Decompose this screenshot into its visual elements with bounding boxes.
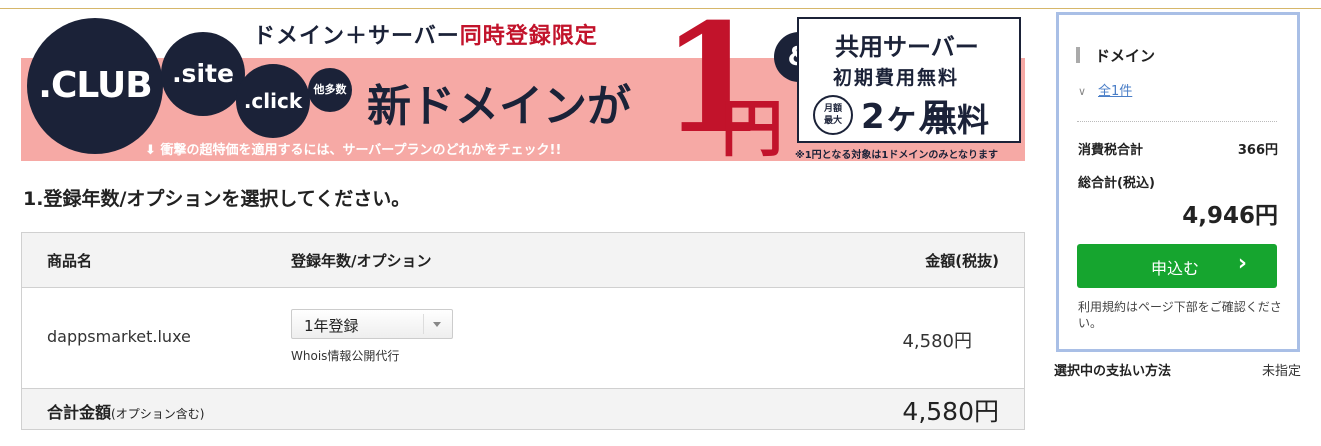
summary-title: ドメイン [1095,47,1156,65]
tld-club-badge: .CLUB [27,18,163,154]
order-summary: ドメイン ∨ 全1件 消費税合計 366円 総合計(税込) 4,946円 申込む… [1056,12,1300,352]
payment-method-label: 選択中の支払い方法 [1054,364,1172,379]
banner-main-text: 新ドメインが [367,81,631,132]
header-period: 登録年数/オプション [291,252,432,270]
chevron-right-icon: › [1237,251,1247,276]
period-select[interactable]: 1年登録 [291,309,453,339]
apply-button[interactable]: 申込む › [1077,244,1277,288]
title-bar-marker [1076,47,1080,63]
terms-note: 利用規約はページ下部をご確認ください。 [1078,300,1282,330]
promo-banner[interactable]: .CLUB .site .click 他多数 ドメイン＋サーバー同時登録限定 新… [21,12,1025,161]
domain-name: dappsmarket.luxe [47,327,191,346]
tld-site-badge: .site [161,32,245,116]
total-label-text: 合計金額 [47,403,112,422]
period-select-value: 1年登録 [304,317,359,335]
monthly-max-badge: 月額 最大 [813,95,853,135]
section-title: 1.登録年数/オプションを選択してください。 [23,188,411,210]
item-count-link[interactable]: 全1件 [1098,80,1132,99]
banner-price-unit: 円 [721,92,784,161]
total-row: 合計金額(オプション含む) 4,580円 [22,389,1024,429]
top-divider [0,8,1321,9]
payment-method-value: 未指定 [1261,364,1301,379]
banner-note-text: 衝撃の超特価を適用するには、サーバープランのどれかをチェック!! [160,143,562,158]
header-product: 商品名 [47,252,93,270]
whois-option: Whois情報公開代行 [291,349,400,363]
badge-line2: 最大 [823,116,842,126]
tax-label: 消費税合計 [1078,143,1144,158]
down-arrow-icon: ⬇ [145,143,156,158]
grand-total-label: 総合計(税込) [1078,176,1155,191]
tld-click-badge: .click [236,64,310,138]
banner-footnote: ※1円となる対象は1ドメインのみとなります [795,150,999,161]
header-amount: 金額(税抜) [925,252,999,270]
banner-headline-plain: ドメイン＋サーバー [253,24,460,49]
total-label: 合計金額(オプション含む) [47,399,204,423]
table-header: 商品名 登録年数/オプション 金額(税抜) [22,233,1024,288]
apply-button-label: 申込む [1151,259,1200,278]
tax-value: 366円 [1237,143,1278,158]
badge-line1: 月額 [823,104,842,114]
total-label-note: (オプション含む) [111,407,205,421]
divider [1077,121,1277,122]
order-table: 商品名 登録年数/オプション 金額(税抜) dappsmarket.luxe 1… [21,232,1025,430]
banner-headline: ドメイン＋サーバー同時登録限定 [253,18,598,50]
server-line2: 初期費用無料 [833,67,960,89]
banner-note: ⬇ 衝撃の超特価を適用するには、サーバープランのどれかをチェック!! [145,139,561,158]
select-separator [423,314,424,334]
grand-total-value: 4,946円 [1182,203,1278,229]
server-offer-box: 共用サーバー 初期費用無料 月額 最大 2ヶ月 無料 [797,17,1021,143]
select-arrow-icon [433,322,441,327]
row-price: 4,580円 [902,331,972,352]
total-amount: 4,580円 [902,397,999,426]
server-line1: 共用サーバー [835,33,979,61]
table-row: dappsmarket.luxe 1年登録 Whois情報公開代行 4,580円 [22,288,1024,389]
free-text: 無料 [925,101,990,139]
tld-more-badge: 他多数 [308,68,352,112]
banner-headline-red: 同時登録限定 [459,24,598,49]
chevron-down-icon[interactable]: ∨ [1078,85,1086,98]
